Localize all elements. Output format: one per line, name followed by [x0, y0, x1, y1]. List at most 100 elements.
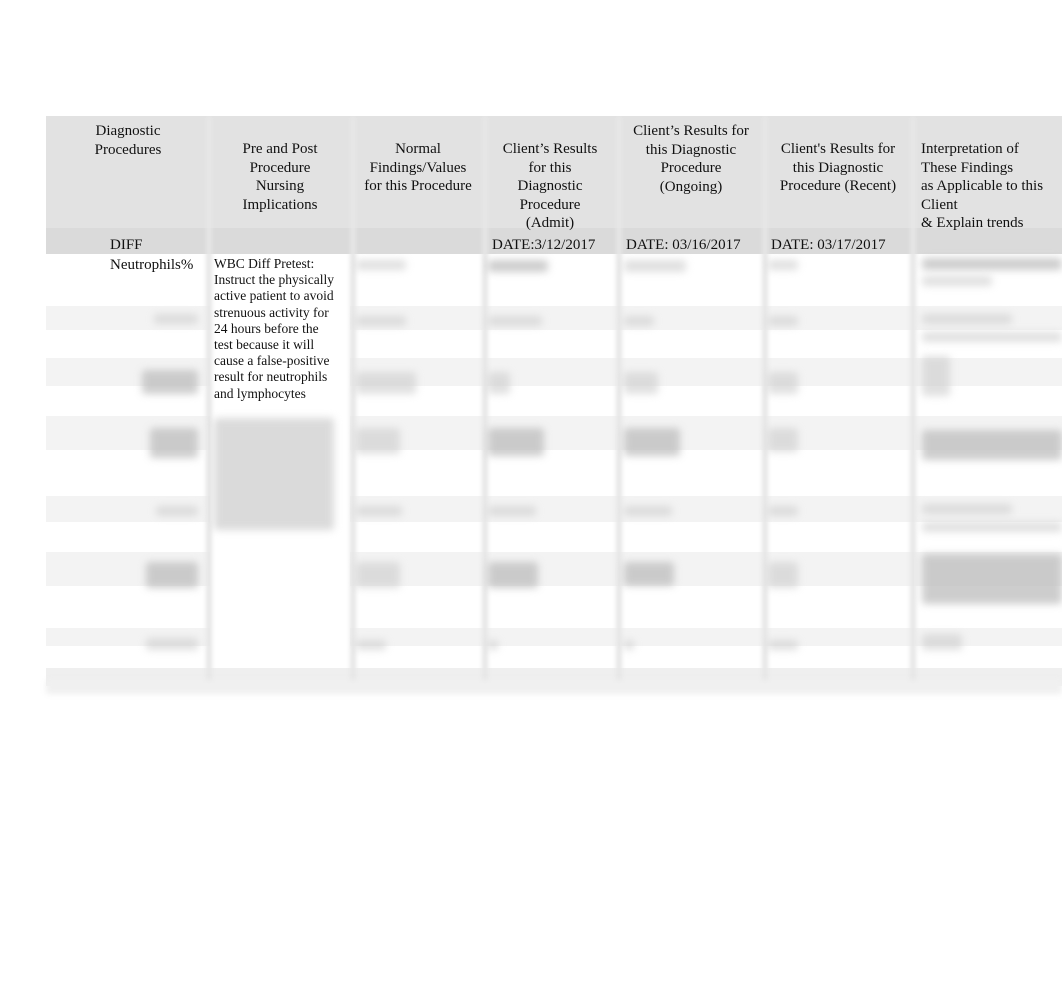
obscured-text	[624, 260, 686, 272]
header-results-recent: Client's Results for this Diagnostic Pro…	[766, 140, 910, 196]
obscured-text	[922, 356, 950, 396]
column-divider	[910, 116, 916, 686]
header-line: Procedure (Recent)	[779, 178, 897, 194]
header-line: These Findings	[921, 159, 1014, 176]
document-page: Diagnostic Procedures Pre and Post Proce…	[0, 0, 1062, 1006]
obscured-text	[624, 506, 672, 516]
obscured-text	[624, 562, 674, 586]
text-line: WBC Diff Pretest:	[214, 256, 315, 271]
obscured-text	[922, 314, 1012, 324]
header-line: Implications	[242, 196, 318, 213]
text-line: Instruct the physically	[214, 272, 334, 288]
obscured-text	[922, 276, 992, 286]
obscured-text	[356, 640, 386, 650]
column-divider	[762, 116, 768, 686]
obscured-text	[922, 332, 1062, 342]
date-admit: DATE:3/12/2017	[492, 237, 596, 253]
obscured-text	[624, 372, 658, 394]
table-bottom-edge	[46, 680, 1062, 694]
date-ongoing: DATE: 03/16/2017	[626, 237, 741, 253]
procedure-neutrophils: Neutrophils%	[110, 257, 194, 273]
header-line: as Applicable to this	[921, 178, 1044, 194]
text-line: test because it will	[214, 337, 315, 353]
obscured-text	[356, 428, 400, 454]
header-line: Client's Results for	[780, 141, 896, 157]
nursing-implications-text: WBC Diff Pretest: Instruct the physicall…	[214, 256, 346, 402]
header-line: Procedures	[94, 141, 162, 158]
obscured-text	[624, 640, 634, 650]
header-line: Interpretation of	[921, 141, 1019, 157]
obscured-text	[768, 428, 798, 452]
text-line: result for neutrophils	[214, 369, 328, 385]
obscured-text	[146, 638, 198, 650]
obscured-text	[154, 314, 198, 324]
obscured-text	[768, 562, 798, 588]
text-line: 24 hours before the	[214, 320, 319, 336]
header-results-ongoing: Client’s Results for this Diagnostic Pro…	[620, 122, 762, 196]
header-line: Diagnostic	[517, 178, 583, 194]
section-label-diff: DIFF	[110, 237, 143, 253]
header-line: (Admit)	[525, 215, 575, 231]
obscured-text	[768, 372, 798, 394]
header-line: Procedure	[249, 159, 311, 176]
obscured-text	[922, 634, 962, 650]
obscured-text	[356, 562, 400, 588]
date-recent: DATE: 03/17/2017	[771, 237, 886, 253]
header-line: Pre and Post	[242, 141, 318, 157]
obscured-text	[488, 260, 548, 272]
obscured-text	[156, 506, 198, 516]
obscured-text	[150, 428, 198, 458]
header-line: (Ongoing)	[659, 178, 723, 195]
obscured-text	[922, 258, 1062, 270]
header-line: Procedure	[660, 160, 722, 176]
header-nursing-implications: Pre and Post Procedure Nursing Implicati…	[212, 140, 348, 214]
obscured-text	[356, 372, 416, 394]
header-line: for this	[528, 159, 572, 176]
obscured-text	[922, 504, 1012, 514]
header-normal-findings: Normal Findings/Values for this Procedur…	[354, 140, 482, 196]
column-divider	[616, 116, 622, 686]
header-line: Procedure	[519, 196, 581, 213]
obscured-text	[488, 640, 498, 650]
obscured-text	[488, 316, 542, 326]
header-line: for this Procedure	[364, 178, 472, 194]
header-line: Client	[921, 196, 958, 213]
text-line: and lymphocytes	[214, 385, 306, 401]
obscured-text	[922, 430, 1062, 460]
header-line: Normal	[395, 141, 441, 157]
obscured-text	[488, 506, 536, 516]
header-line: this Diagnostic	[645, 141, 737, 158]
obscured-text	[768, 640, 798, 650]
obscured-text	[356, 260, 406, 270]
obscured-text	[356, 316, 406, 326]
obscured-text	[768, 316, 798, 326]
header-line: Client’s Results	[502, 141, 598, 157]
header-diagnostic-procedures: Diagnostic Procedures	[56, 122, 200, 159]
obscured-text	[488, 372, 510, 394]
header-line: this Diagnostic	[792, 159, 884, 176]
header-line: Nursing	[255, 178, 305, 194]
obscured-text	[768, 506, 798, 516]
obscured-text	[624, 316, 654, 326]
header-interpretation: Interpretation of These Findings as Appl…	[921, 140, 1062, 233]
diagnostic-table: Diagnostic Procedures Pre and Post Proce…	[46, 116, 1062, 686]
column-divider	[350, 116, 356, 686]
obscured-text	[146, 562, 198, 588]
obscured-text	[214, 418, 334, 530]
header-line: Diagnostic	[95, 123, 161, 139]
text-line: active patient to avoid	[214, 288, 334, 304]
obscured-text	[488, 428, 544, 456]
obscured-text	[922, 554, 1062, 604]
obscured-text	[142, 370, 198, 394]
obscured-text	[356, 506, 402, 516]
header-results-admit: Client’s Results for this Diagnostic Pro…	[486, 140, 614, 233]
obscured-text	[624, 428, 680, 456]
text-line: strenuous activity for	[214, 304, 329, 320]
header-line: & Explain trends	[921, 215, 1024, 231]
obscured-text	[768, 260, 798, 270]
obscured-text	[922, 522, 1062, 532]
text-line: cause a false-positive	[214, 353, 330, 369]
header-line: Findings/Values	[369, 159, 467, 176]
obscured-text	[488, 562, 538, 588]
header-line: Client’s Results for	[633, 123, 749, 139]
